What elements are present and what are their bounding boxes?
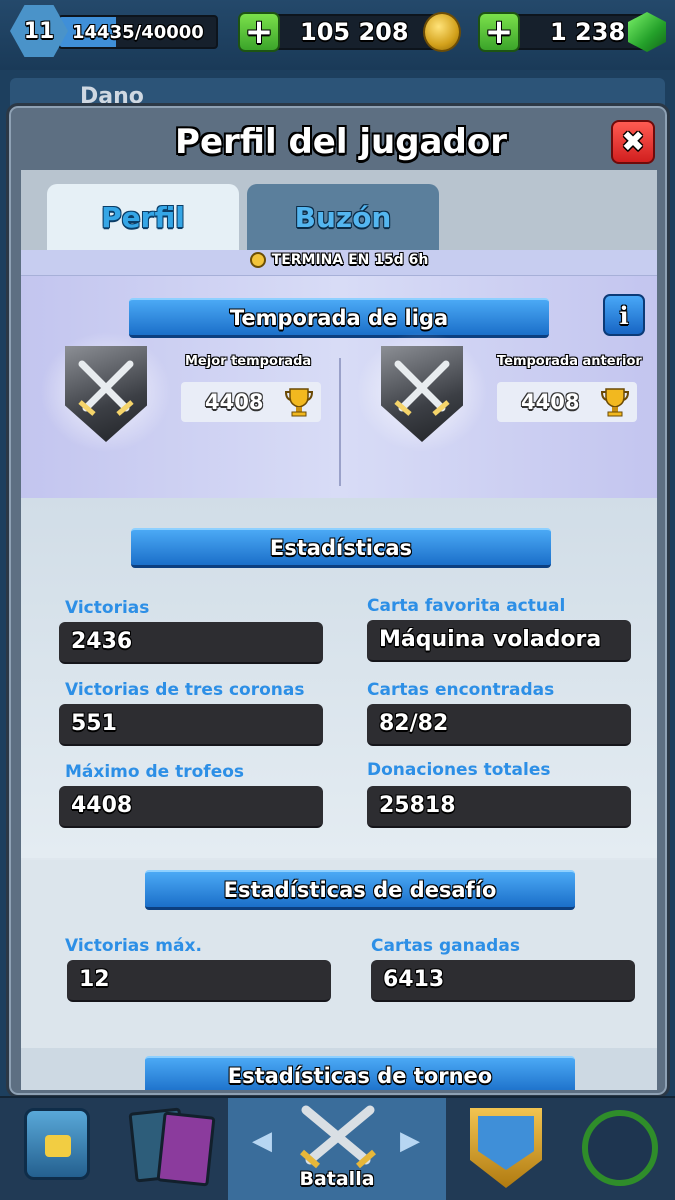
stat-label-wins: Victorias [65,598,150,618]
stat-value-cards-found: 82/82 [367,704,631,746]
statistics-section: Estadísticas Victorias 2436 Victorias de… [21,498,657,858]
tab-profile[interactable]: Perfil [47,184,239,250]
season-timer-text: TERMINA EN 15d 6h [271,252,429,268]
previous-season-value: 4408 [521,390,580,414]
clan-icon[interactable] [470,1108,542,1188]
season-timer-peek: TERMINA EN 15d 6h [21,250,657,276]
crossed-swords-icon [394,360,450,416]
stat-value-three-crown-wins: 551 [59,704,323,746]
nav-left-arrow-icon[interactable]: ◀ [252,1126,272,1156]
stat-label-favorite-card: Carta favorita actual [367,596,566,616]
bottom-navigation: ◀ ▶ Batalla [0,1096,675,1200]
player-profile-modal: Perfil del jugador ✖ Perfil Buzón TERMIN… [6,103,670,1098]
clock-icon [249,252,266,268]
nav-battle-label: Batalla [299,1168,375,1190]
nav-right-arrow-icon[interactable]: ▶ [400,1126,420,1156]
level-number: 11 [23,18,55,44]
xp-text: 14435/40000 [72,22,204,43]
chest-icon[interactable] [24,1108,90,1180]
cards-icon-back [156,1111,216,1187]
tournament-statistics-section: Estadísticas de torneo [21,1048,657,1090]
challenge-statistics-title: Estadísticas de desafío [223,877,497,902]
statistics-banner: Estadísticas [131,528,551,568]
previous-season-box: 4408 [497,382,637,422]
league-divider [339,358,341,486]
stat-value-max-wins: 12 [67,960,331,1002]
tab-inbox[interactable]: Buzón [247,184,439,250]
top-bar: 14435/40000 11 + 105 208 + 1 238 [0,0,675,70]
stat-value-cards-won: 6413 [371,960,635,1002]
statistics-title: Estadísticas [269,535,413,560]
trophy-icon [601,388,629,417]
add-gems-button[interactable]: + [478,12,520,52]
info-icon: i [619,300,629,330]
gems-value: 1 238 [550,18,626,46]
previous-season-label: Temporada anterior [497,354,642,369]
stat-label-max-trophies: Máximo de trofeos [65,762,245,782]
level-badge[interactable]: 11 [10,5,68,57]
tournament-icon[interactable] [582,1110,658,1186]
best-season-box: 4408 [181,382,321,422]
battle-swords-icon [300,1105,376,1169]
modal-title: Perfil del jugador [175,122,507,162]
stat-label-three-crown-wins: Victorias de tres coronas [65,680,305,700]
stat-value-favorite-card: Máquina voladora [367,620,631,662]
gold-coin-icon [423,12,461,52]
stat-value-wins: 2436 [59,622,323,664]
league-season-title: Temporada de liga [229,305,449,330]
stat-label-max-wins: Victorias máx. [65,936,202,956]
crossed-swords-icon [78,360,134,416]
best-season-value: 4408 [205,390,264,414]
tabs-bar: Perfil Buzón [21,170,657,250]
trophy-icon [285,388,313,417]
stat-label-total-donations: Donaciones totales [367,760,551,780]
tournament-statistics-banner: Estadísticas de torneo [145,1056,575,1090]
challenge-statistics-banner: Estadísticas de desafío [145,870,575,910]
xp-progress-bar: 14435/40000 [58,15,218,49]
stat-value-total-donations: 25818 [367,786,631,828]
gold-value: 105 208 [300,18,409,46]
plus-icon: + [484,12,514,52]
info-button[interactable]: i [603,294,645,336]
tournament-statistics-title: Estadísticas de torneo [227,1063,493,1088]
close-icon: ✖ [621,125,645,158]
add-gold-button[interactable]: + [238,12,280,52]
plus-icon: + [244,12,274,52]
best-season-label: Mejor temporada [185,354,312,369]
stat-value-max-trophies: 4408 [59,786,323,828]
close-button[interactable]: ✖ [611,120,655,164]
league-season-section: Temporada de liga i Mejor temporada 4408 [21,276,657,498]
challenge-statistics-section: Estadísticas de desafío Victorias máx. 1… [21,860,657,1048]
stat-label-cards-won: Cartas ganadas [371,936,520,956]
league-season-banner: Temporada de liga [129,298,549,338]
profile-content-scroll[interactable]: TERMINA EN 15d 6h Temporada de liga i Me… [21,250,657,1090]
stat-label-cards-found: Cartas encontradas [367,680,555,700]
